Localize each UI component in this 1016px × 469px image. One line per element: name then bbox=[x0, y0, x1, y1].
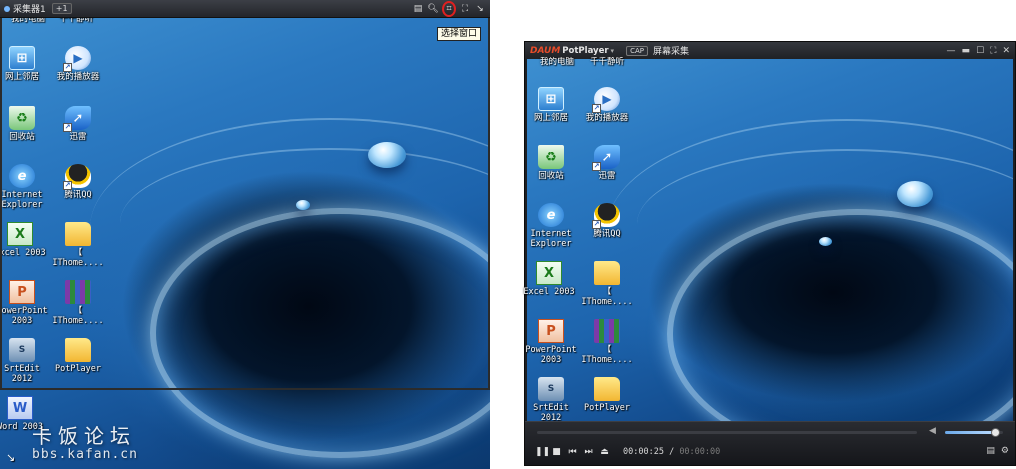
capture-badge: CAP bbox=[626, 45, 648, 56]
desktop-icon-label: Internet Explorer bbox=[530, 229, 572, 249]
desktop-icon-label: 我的电脑 bbox=[539, 57, 574, 67]
desktop-icon-player: ▶ ↗ 我的播放器 bbox=[579, 87, 635, 123]
zoom-icon[interactable]: 🔍︎ bbox=[427, 3, 439, 15]
select-window-tooltip: 选择窗口 bbox=[437, 27, 482, 41]
capture-title: 屏幕采集 bbox=[652, 47, 689, 57]
desktop-icon-label: PowerPoint 2003 bbox=[525, 345, 577, 365]
time-separator: / bbox=[663, 447, 680, 457]
shrink-icon[interactable]: ↘ bbox=[474, 3, 486, 15]
xunlei-icon: ➚ ↗ bbox=[592, 145, 620, 171]
desktop-icon-label: 网上邻居 bbox=[533, 113, 568, 123]
desktop-icon-label: PotPlayer bbox=[583, 403, 631, 413]
desktop-icon-xunlei: ➚ ↗ 迅雷 bbox=[579, 145, 635, 181]
next-icon[interactable]: ⏭ bbox=[583, 446, 594, 458]
desktop-icon-label: 我的播放器 bbox=[585, 113, 629, 123]
time-current: 00:00:25 bbox=[623, 447, 664, 457]
excel-icon: X bbox=[536, 261, 562, 285]
winrar-icon bbox=[594, 319, 620, 343]
watermark-url: bbs.kafan.cn bbox=[32, 447, 138, 462]
close-icon[interactable]: ✕ bbox=[1002, 46, 1010, 56]
capture-window-title: 采集器1 bbox=[13, 5, 46, 15]
desktop-icon-label: 【 IThome.... bbox=[581, 345, 633, 365]
desktop-icon-label: 回收站 bbox=[538, 171, 564, 181]
fullscreen-icon[interactable]: ⛶ bbox=[459, 3, 471, 15]
desktop-icon-ie: e Internet Explorer bbox=[523, 203, 579, 249]
volume-knob[interactable] bbox=[991, 428, 1001, 437]
powerpoint-icon: P bbox=[538, 319, 564, 343]
folder-icon bbox=[594, 261, 620, 285]
desktop-icon-powerpoint: P PowerPoint 2003 bbox=[523, 319, 579, 365]
capture-window-titlebar[interactable]: 采集器1 +1 ▤ 🔍︎ ⌗ ⛶ ↘ bbox=[0, 0, 490, 18]
time-total: 00:00:00 bbox=[679, 447, 721, 457]
srtedit-icon: S bbox=[538, 377, 564, 401]
kafan-watermark: 卡饭论坛 bbs.kafan.cn bbox=[32, 420, 138, 462]
daum-logo: DAUM bbox=[530, 45, 561, 56]
desktop-icon-ithome-rar: 【 IThome.... bbox=[579, 319, 635, 365]
internet-explorer-icon: e bbox=[538, 203, 564, 227]
desktop-icon-potplayer-folder: PotPlayer bbox=[579, 377, 635, 413]
fullscreen-icon[interactable]: ⛶ bbox=[990, 46, 996, 56]
desktop-icon-recycle-bin: ♻ 回收站 bbox=[523, 145, 579, 181]
volume-fill bbox=[945, 431, 996, 434]
desktop-icon-label: 【 IThome.... bbox=[581, 287, 633, 307]
desktop-icon-excel: X Excel 2003 bbox=[521, 261, 577, 297]
playback-controls: ◀ ❚❚ ■ ⏮ ⏭ ⏏ 00:00:25 / 00:00:00 ▤ ⚙ bbox=[525, 421, 1015, 465]
media-player-icon: ▶ ↗ bbox=[592, 87, 620, 113]
time-display: 00:00:25 / 00:00:00 bbox=[623, 447, 720, 457]
desktop-icon-label: 腾讯QQ bbox=[593, 229, 621, 239]
desktop-icon-label: SrtEdit 2012 bbox=[533, 403, 569, 423]
recycle-bin-icon: ♻ bbox=[538, 145, 564, 169]
potplayer-window[interactable]: DAUM PotPlayer ▾ CAP 屏幕采集 — ▬ ☐ ⛶ ✕ 我的电脑… bbox=[523, 41, 1016, 467]
select-window-icon[interactable]: ⌗ bbox=[442, 0, 456, 17]
desktop-icon-ttplayer: 千千静听 bbox=[579, 57, 635, 67]
desktop-icon-srtedit: S SrtEdit 2012 bbox=[523, 377, 579, 423]
desktop-icon-qq: ↗ 腾讯QQ bbox=[579, 203, 635, 239]
folder-icon bbox=[594, 377, 620, 401]
maximize-icon[interactable]: ☐ bbox=[976, 46, 984, 56]
shortcut-arrow-icon: ↘ bbox=[6, 451, 16, 464]
layers-icon[interactable]: ▤ bbox=[412, 3, 424, 15]
add-capture-button[interactable]: +1 bbox=[51, 3, 72, 14]
desktop-icon-label: 迅雷 bbox=[598, 171, 616, 181]
speaker-icon[interactable]: ◀ bbox=[929, 426, 936, 436]
qq-penguin-icon: ↗ bbox=[592, 203, 620, 229]
desktop-icon-label: Excel 2003 bbox=[523, 287, 575, 297]
previous-icon[interactable]: ⏮ bbox=[567, 446, 578, 458]
settings-gear-icon[interactable]: ⚙ bbox=[1001, 446, 1009, 456]
seek-bar[interactable] bbox=[537, 431, 917, 434]
volume-slider[interactable] bbox=[945, 428, 1003, 437]
eject-icon[interactable]: ⏏ bbox=[599, 446, 610, 458]
playlist-icon[interactable]: ▤ bbox=[986, 446, 995, 456]
watermark-title: 卡饭论坛 bbox=[32, 424, 136, 448]
capture-window-frame[interactable] bbox=[0, 0, 490, 390]
minimize-icon[interactable]: ▬ bbox=[962, 46, 971, 56]
app-name: PotPlayer bbox=[562, 45, 609, 56]
desktop-icon-ithome-folder: 【 IThome.... bbox=[579, 261, 635, 307]
pin-icon[interactable]: — bbox=[947, 46, 956, 56]
video-area[interactable]: 我的电脑 千千静听 ⊞ 网上邻居 ▶ ↗ 我的播放器 ♻ 回收站 ➚ ↗ 迅雷 e … bbox=[523, 57, 1013, 467]
capture-status-dot bbox=[4, 5, 10, 12]
pause-icon[interactable]: ❚❚ bbox=[535, 446, 550, 458]
network-neighborhood-icon: ⊞ bbox=[538, 87, 564, 111]
chevron-down-icon: ▾ bbox=[610, 46, 615, 55]
word-icon: W bbox=[7, 396, 33, 420]
stop-icon[interactable]: ■ bbox=[551, 446, 562, 458]
potplayer-menu-button[interactable]: DAUM PotPlayer ▾ bbox=[530, 46, 614, 56]
desktop-icon-network: ⊞ 网上邻居 bbox=[523, 87, 579, 123]
desktop-icon-my-computer: 我的电脑 bbox=[529, 57, 585, 67]
desktop-icon-label: 千千静听 bbox=[589, 57, 624, 67]
